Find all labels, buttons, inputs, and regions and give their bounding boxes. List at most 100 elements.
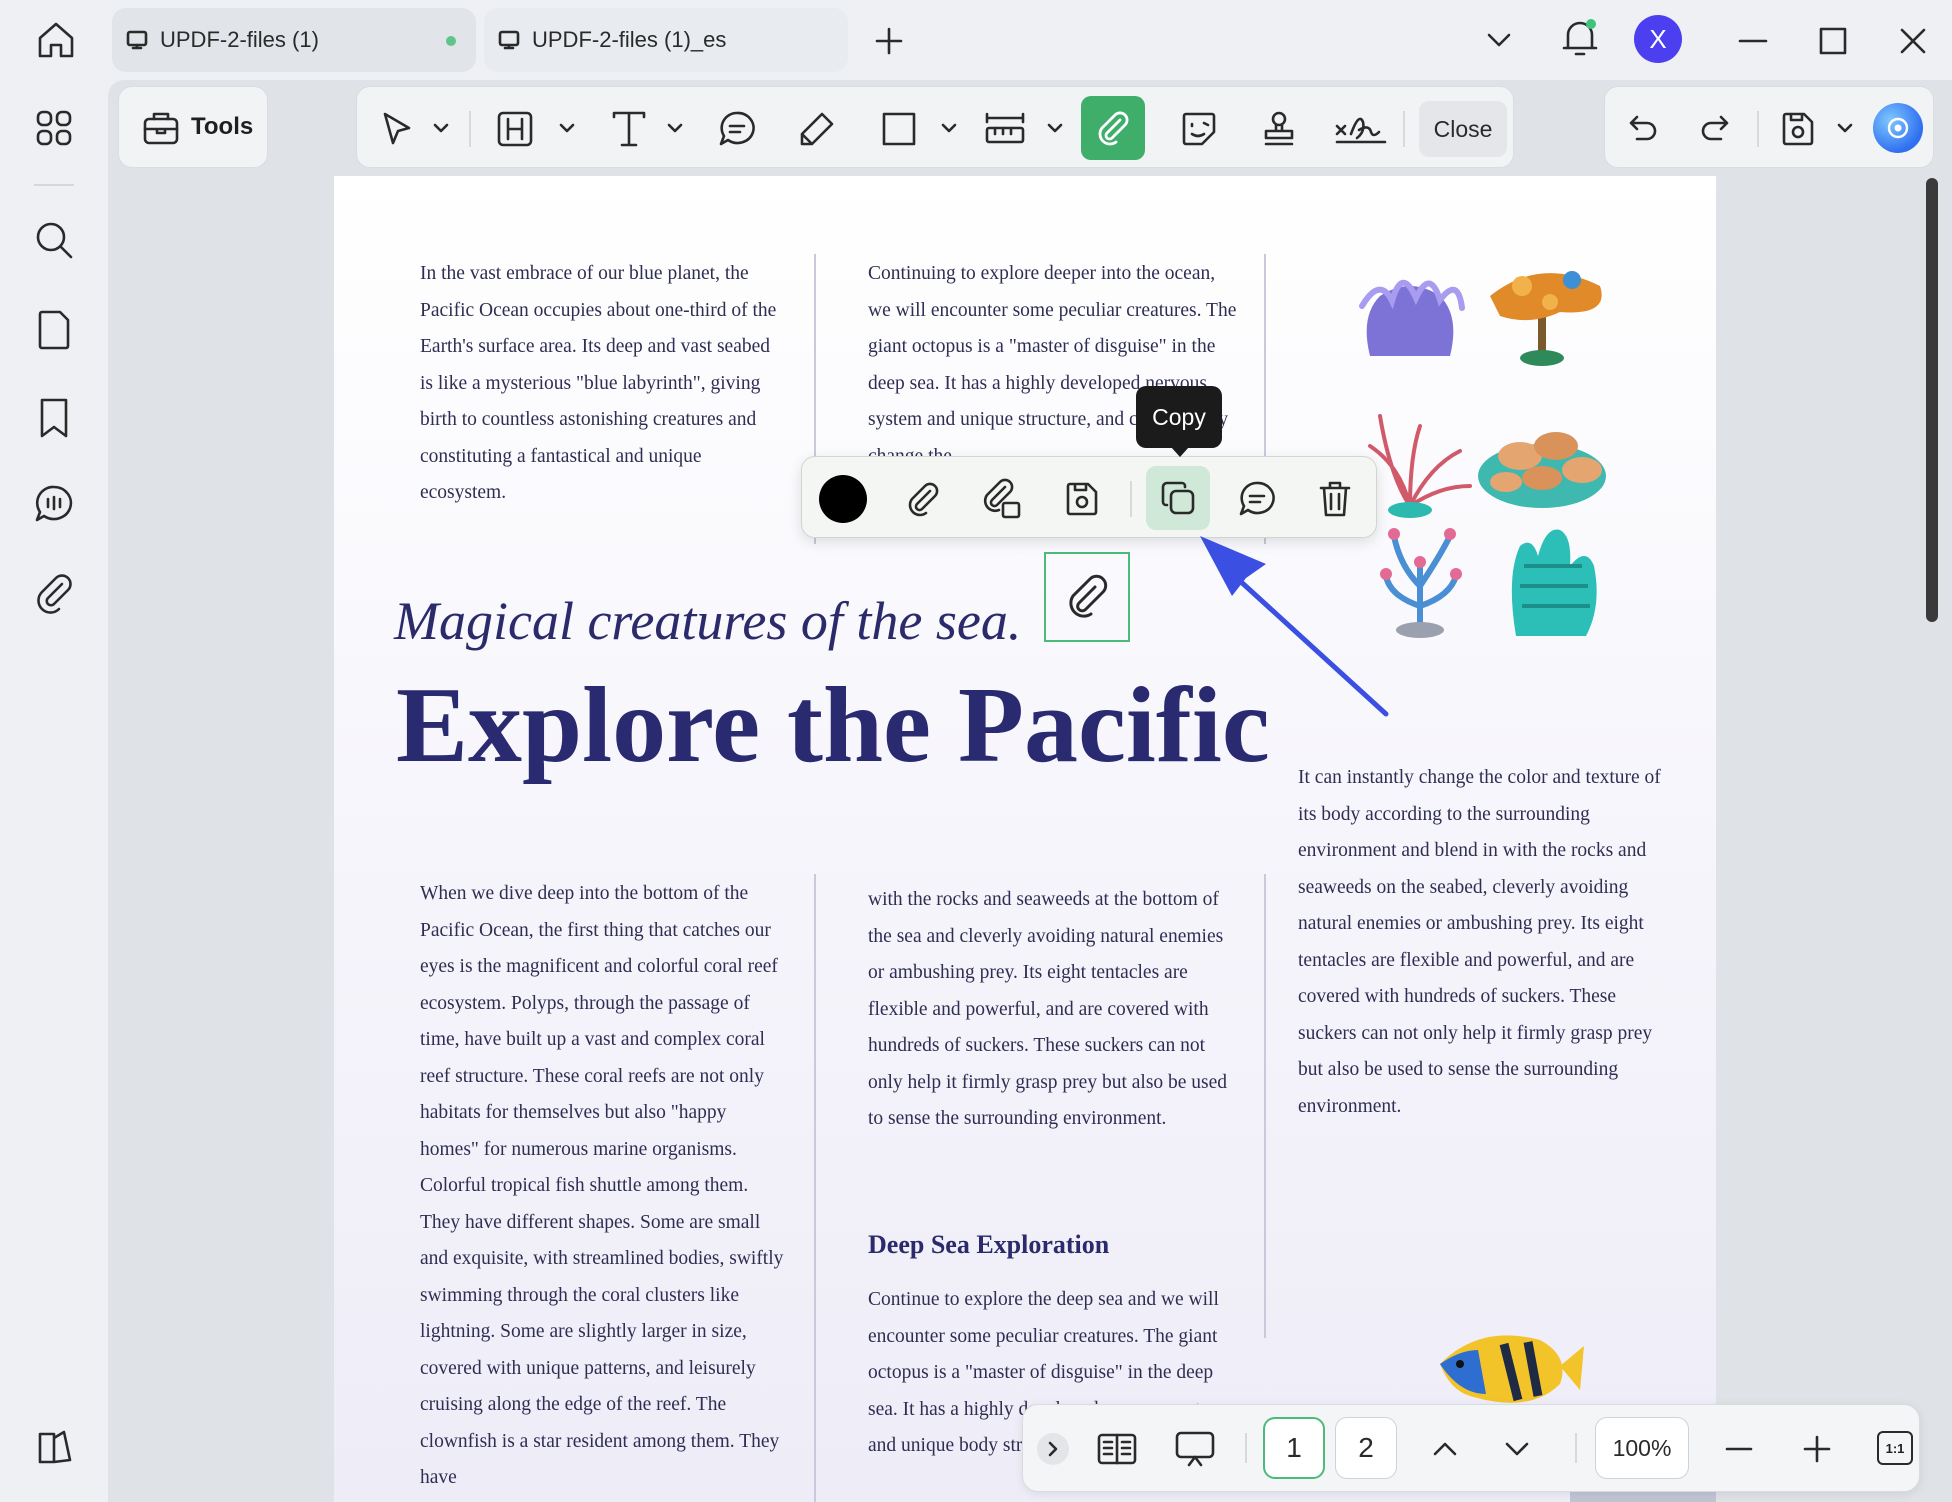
tooltip-text: Copy: [1152, 403, 1206, 430]
tabs-dropdown-chevron-icon[interactable]: [1486, 26, 1512, 52]
paperclip-icon: [1069, 574, 1108, 618]
replace-attachment-button[interactable]: [972, 470, 1030, 528]
actual-size-button[interactable]: 1:1: [1877, 1431, 1913, 1465]
page-title: Explore the Pacific: [396, 666, 1270, 785]
save-attachment-button[interactable]: [1052, 470, 1110, 528]
notification-bell-icon[interactable]: [1560, 16, 1600, 60]
plus-icon: [1803, 1435, 1831, 1463]
column-rule: [814, 874, 816, 1502]
user-avatar[interactable]: X: [1634, 15, 1682, 63]
tab-file-icon: [498, 29, 520, 51]
bookmark-icon[interactable]: [32, 396, 76, 440]
left-sidebar: [0, 80, 104, 1502]
delete-button[interactable]: [1306, 470, 1364, 528]
book-view-icon: [1097, 1433, 1137, 1465]
zoom-level-field[interactable]: 100%: [1595, 1417, 1689, 1479]
chevron-down-icon: [1505, 1442, 1529, 1456]
toolbar-divider: [469, 111, 471, 147]
actual-size-label: 1:1: [1885, 1440, 1905, 1456]
stamp-tool-button[interactable]: [1251, 101, 1307, 157]
signature-tool-button[interactable]: [1329, 101, 1393, 157]
avatar-initial: X: [1649, 23, 1667, 54]
pages-icon[interactable]: [32, 308, 76, 352]
bar-divider: [1245, 1433, 1247, 1463]
pointer-arrow-annotation: [1190, 530, 1390, 730]
comment-tool-button[interactable]: [709, 101, 765, 157]
minimize-icon[interactable]: [1738, 26, 1768, 56]
search-icon[interactable]: [32, 218, 76, 262]
chevron-right-icon: [1048, 1441, 1058, 1457]
coral-reef-paragraph: When we dive deep into the bottom of the…: [420, 883, 784, 1488]
arrow-icon: [1200, 536, 1389, 717]
redo-button[interactable]: [1687, 101, 1743, 157]
ai-assistant-icon[interactable]: [1873, 103, 1923, 153]
close-tool-button[interactable]: Close: [1419, 101, 1507, 157]
tab-file-icon: [126, 29, 148, 51]
sticker-tool-button[interactable]: [1171, 101, 1227, 157]
zoom-level-value: 100%: [1612, 1434, 1672, 1461]
pdf-page: In the vast embrace of our blue planet, …: [334, 176, 1716, 1502]
page-subtitle: Magical creatures of the sea.: [394, 591, 1022, 651]
zoom-out-button[interactable]: [1723, 1433, 1755, 1465]
close-window-icon[interactable]: [1898, 26, 1928, 56]
attachment-annotation[interactable]: [1044, 552, 1130, 642]
tab-updf-2-files-1-es[interactable]: UPDF-2-files (1)_es: [484, 8, 848, 72]
tools-button[interactable]: Tools: [118, 86, 268, 168]
tab-updf-2-files-1[interactable]: UPDF-2-files (1): [112, 8, 476, 72]
text-dropdown-chevron-icon[interactable]: [667, 121, 683, 135]
page-2-button[interactable]: 2: [1335, 1417, 1397, 1479]
shape-tool-button[interactable]: [871, 101, 927, 157]
tools-label: Tools: [191, 113, 254, 140]
presentation-mode-button[interactable]: [1173, 1427, 1217, 1471]
presentation-icon: [1175, 1431, 1215, 1467]
page-navigation-bar: 1 2 100% 1:1: [1022, 1404, 1920, 1492]
zoom-in-button[interactable]: [1801, 1433, 1833, 1465]
section-heading: Deep Sea Exploration: [868, 1230, 1110, 1259]
copy-tooltip: Copy: [1136, 386, 1222, 457]
unsaved-indicator: [446, 36, 456, 46]
previous-page-button[interactable]: [1431, 1435, 1459, 1463]
pencil-tool-button[interactable]: [789, 101, 845, 157]
save-button[interactable]: [1769, 101, 1825, 157]
attachments-icon[interactable]: [32, 570, 76, 614]
heading-dropdown-chevron-icon[interactable]: [559, 121, 575, 135]
main-toolbar: Close: [356, 86, 1514, 168]
color-swatch: [819, 475, 867, 523]
page-1-number: 1: [1286, 1432, 1302, 1463]
text-tool-button[interactable]: [601, 101, 657, 157]
thumbnails-grid-icon[interactable]: [32, 106, 76, 150]
maximize-icon[interactable]: [1818, 26, 1848, 56]
attachment-style-button[interactable]: [894, 470, 952, 528]
title-bar: UPDF-2-files (1) UPDF-2-files (1)_es X: [0, 0, 1952, 80]
camouflage-paragraph: It can instantly change the color and te…: [1298, 767, 1661, 1117]
toolbar-divider: [1130, 481, 1132, 517]
toolbar-divider: [1757, 111, 1759, 147]
select-dropdown-chevron-icon[interactable]: [433, 121, 449, 135]
tentacles-paragraph: with the rocks and seaweeds at the botto…: [868, 889, 1228, 1129]
toolbar-divider: [1403, 111, 1405, 147]
expand-chevron-button[interactable]: [1037, 1433, 1069, 1465]
add-comment-button[interactable]: [1228, 470, 1286, 528]
undo-button[interactable]: [1615, 101, 1671, 157]
shape-dropdown-chevron-icon[interactable]: [941, 121, 957, 135]
new-tab-plus-icon[interactable]: [874, 26, 904, 56]
attachment-tool-button[interactable]: [1081, 96, 1145, 160]
measure-dropdown-chevron-icon[interactable]: [1047, 121, 1063, 135]
next-page-button[interactable]: [1503, 1435, 1531, 1463]
two-page-view-button[interactable]: [1095, 1427, 1139, 1471]
home-icon[interactable]: [32, 16, 80, 64]
page-2-number: 2: [1358, 1432, 1374, 1463]
layers-bottom-icon[interactable]: [32, 1424, 76, 1468]
highlight-heading-tool-button[interactable]: [487, 101, 543, 157]
measure-tool-button[interactable]: [977, 101, 1033, 157]
select-tool-button[interactable]: [369, 101, 425, 157]
vertical-scrollbar[interactable]: [1926, 178, 1938, 622]
copy-button[interactable]: [1146, 466, 1210, 530]
page-1-button[interactable]: 1: [1263, 1417, 1325, 1479]
save-dropdown-chevron-icon[interactable]: [1837, 121, 1853, 135]
color-picker-button[interactable]: [814, 470, 872, 528]
sidebar-divider: [34, 184, 74, 186]
column-rule: [1264, 874, 1266, 1338]
bar-divider: [1575, 1433, 1577, 1463]
comments-icon[interactable]: [32, 482, 76, 526]
